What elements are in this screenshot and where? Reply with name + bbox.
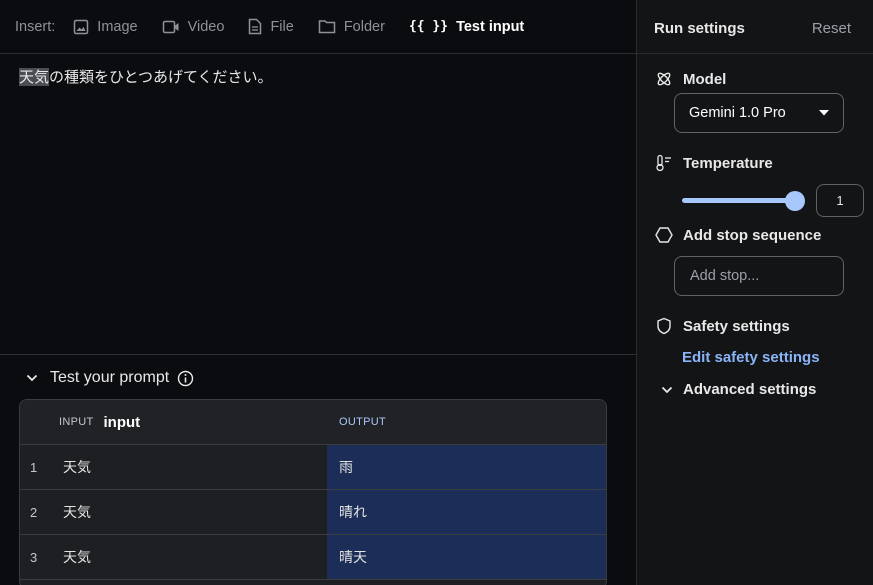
model-value: Gemini 1.0 Pro	[689, 105, 786, 121]
temperature-label: Temperature	[683, 154, 773, 172]
insert-toolbar: Insert: Image Video File Folder {{}} Te…	[0, 0, 636, 54]
hexagon-icon	[655, 227, 673, 243]
table-header: INPUT input OUTPUT	[20, 400, 606, 445]
insert-folder-label: Folder	[343, 18, 385, 35]
stop-sequence-input[interactable]: Add stop...	[674, 256, 844, 296]
safety-section-label: Safety settings	[655, 317, 790, 335]
video-icon	[162, 20, 179, 33]
advanced-settings-label: Advanced settings	[683, 381, 817, 398]
input-cell[interactable]: 天気	[63, 490, 327, 534]
chevron-down-icon	[26, 374, 38, 382]
output-column-header: OUTPUT	[339, 416, 387, 428]
input-cell[interactable]: 天気	[63, 445, 327, 489]
insert-test-input-button[interactable]: {{ }} Test input	[409, 19, 524, 35]
output-cell[interactable]: 雨	[327, 445, 606, 489]
panel-divider	[637, 53, 873, 54]
image-icon	[74, 19, 89, 34]
input-cell[interactable]: 天気	[63, 535, 327, 579]
output-cell[interactable]: 晴れ	[327, 490, 606, 534]
output-cell[interactable]: 晴天	[327, 535, 606, 579]
run-settings-panel: Run settings Reset Model Gemini 1.0 Pro …	[636, 0, 873, 585]
edit-safety-settings-link[interactable]: Edit safety settings	[682, 349, 820, 366]
test-prompt-title: Test your prompt	[50, 369, 170, 386]
row-number: 2	[30, 504, 38, 520]
model-select[interactable]: Gemini 1.0 Pro	[674, 93, 844, 133]
advanced-settings-toggle[interactable]: Advanced settings	[661, 381, 816, 398]
temperature-input[interactable]: 1	[816, 184, 864, 217]
table-row: 3 天気 晴天	[20, 535, 606, 580]
prompt-text-area[interactable]: 天気の種類をひとつあげてください。	[0, 54, 636, 354]
insert-file-button[interactable]: File	[248, 18, 294, 35]
model-icon	[657, 72, 671, 86]
pane-divider	[0, 354, 636, 355]
thermometer-icon	[656, 154, 671, 172]
input-caption: INPUT	[59, 416, 94, 428]
temperature-slider-thumb[interactable]	[785, 191, 805, 211]
stop-sequence-label: Add stop sequence	[683, 226, 822, 244]
temperature-slider-track[interactable]	[682, 198, 795, 203]
prompt-variable-highlight: 天気	[19, 68, 50, 86]
safety-label: Safety settings	[683, 317, 790, 335]
insert-label: Insert:	[15, 18, 56, 35]
model-label: Model	[683, 70, 727, 88]
test-prompt-header[interactable]: Test your prompt	[26, 366, 194, 390]
chevron-down-icon	[661, 386, 673, 393]
info-icon[interactable]	[177, 370, 194, 387]
temperature-section-label: Temperature	[655, 154, 773, 172]
folder-icon	[318, 20, 336, 34]
table-row: 1 天気 雨	[20, 445, 606, 490]
table-row: 2 天気 晴れ	[20, 490, 606, 535]
insert-image-button[interactable]: Image	[73, 18, 138, 35]
insert-test-input-label: Test input	[456, 18, 525, 35]
insert-folder-button[interactable]: Folder	[318, 19, 385, 35]
row-number: 3	[30, 549, 38, 565]
input-variable-name[interactable]: input	[104, 414, 141, 431]
file-icon	[249, 18, 262, 35]
input-column-header: INPUT input	[20, 414, 327, 431]
stop-sequence-section-label: Add stop sequence	[655, 226, 821, 244]
run-settings-title: Run settings	[654, 20, 745, 37]
model-section-label: Model	[655, 70, 726, 88]
insert-video-label: Video	[187, 18, 225, 35]
test-input-icon: {{ }}	[408, 19, 449, 34]
dropdown-arrow-icon	[819, 110, 829, 116]
insert-video-button[interactable]: Video	[162, 18, 225, 35]
shield-icon	[657, 317, 671, 335]
test-table: INPUT input OUTPUT 1 天気 雨 2 天気 晴れ 3 天気 晴…	[19, 399, 607, 585]
reset-button[interactable]: Reset	[812, 20, 851, 37]
prompt-editor-pane: Insert: Image Video File Folder {{}} Te…	[0, 0, 636, 585]
prompt-text: の種類をひとつあげてください。	[49, 68, 273, 86]
insert-file-label: File	[270, 18, 294, 35]
row-number: 1	[30, 459, 38, 475]
insert-image-label: Image	[97, 18, 138, 35]
